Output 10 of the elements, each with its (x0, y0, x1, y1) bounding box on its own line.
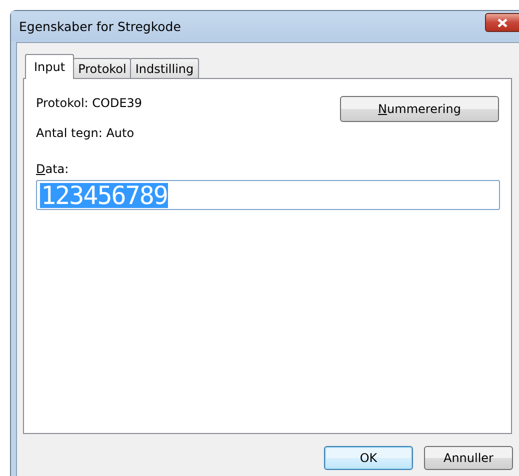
tab[interactable]: Indstilling (130, 58, 199, 78)
numbering-button[interactable]: Nummerering (340, 96, 499, 122)
cancel-button[interactable]: Annuller (424, 446, 513, 470)
data-label: Data: (36, 162, 70, 176)
window-title: Egenskaber for Stregkode (19, 18, 181, 34)
ok-button[interactable]: OK (324, 446, 413, 470)
tab[interactable]: Protokol (73, 58, 132, 78)
info-text: Antal tegn: Auto (36, 126, 136, 140)
info-text: Protokol: CODE39 (36, 96, 142, 110)
tab[interactable]: Input (25, 54, 74, 79)
